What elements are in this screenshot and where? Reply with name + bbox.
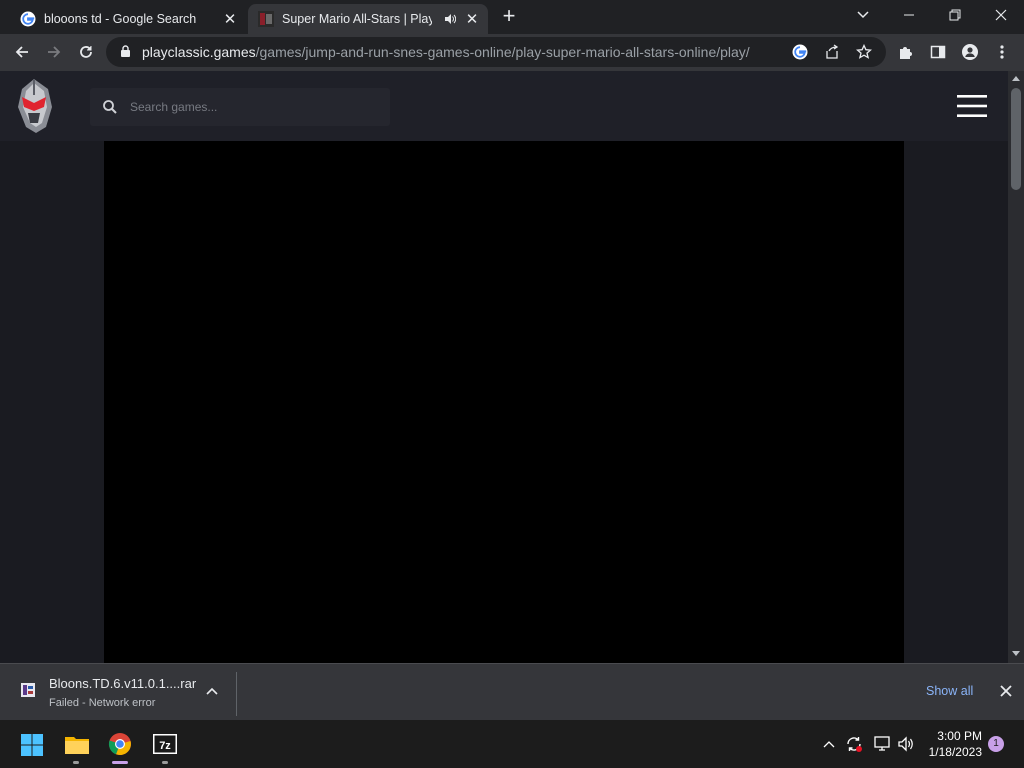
download-status: Failed - Network error bbox=[49, 697, 156, 709]
download-bar: Bloons.TD.6.v11.0.1....rar Failed - Netw… bbox=[0, 663, 1024, 720]
tab-close-button[interactable]: ✕ bbox=[220, 9, 240, 29]
tab-strip: blooons td - Google Search ✕ Super Mario… bbox=[0, 0, 1024, 34]
download-file-name[interactable]: Bloons.TD.6.v11.0.1....rar bbox=[49, 676, 196, 691]
hamburger-icon[interactable] bbox=[956, 94, 988, 118]
extensions-icon[interactable] bbox=[898, 44, 914, 60]
windows-taskbar: 7z 3:00 PM 1/18/2023 1 bbox=[0, 720, 1024, 768]
site-logo[interactable] bbox=[14, 77, 54, 135]
window-close-icon[interactable] bbox=[994, 8, 1008, 22]
running-indicator bbox=[73, 761, 79, 764]
network-icon[interactable] bbox=[873, 735, 891, 753]
sync-icon[interactable] bbox=[845, 735, 863, 753]
scroll-up-arrow-icon[interactable] bbox=[1012, 75, 1020, 81]
scroll-down-arrow-icon[interactable] bbox=[1012, 651, 1020, 657]
menu-dots-icon[interactable] bbox=[996, 44, 1008, 60]
windows-start-icon[interactable] bbox=[20, 733, 44, 757]
url-host: playclassic.games bbox=[142, 44, 256, 60]
search-box[interactable] bbox=[90, 88, 390, 126]
tab-search-chevron-icon[interactable] bbox=[856, 10, 870, 20]
tab-title: blooons td - Google Search bbox=[44, 12, 197, 26]
chrome-icon[interactable] bbox=[108, 732, 132, 756]
google-lens-icon[interactable] bbox=[792, 44, 808, 60]
clock-date[interactable]: 1/18/2023 bbox=[922, 745, 982, 759]
new-tab-button[interactable]: + bbox=[498, 5, 520, 27]
reload-icon bbox=[80, 46, 92, 58]
profile-icon[interactable] bbox=[962, 44, 978, 60]
reload-button[interactable] bbox=[72, 38, 100, 66]
chevron-up-icon[interactable] bbox=[206, 687, 218, 695]
forward-button[interactable] bbox=[40, 38, 68, 66]
search-input[interactable] bbox=[130, 88, 380, 126]
search-icon bbox=[103, 100, 117, 114]
tab-title: Super Mario All-Stars | Play o bbox=[282, 12, 432, 26]
mario-favicon-icon bbox=[258, 11, 274, 27]
lock-icon[interactable] bbox=[120, 45, 131, 58]
tab-close-button[interactable]: ✕ bbox=[462, 9, 482, 29]
google-g-icon bbox=[20, 11, 36, 27]
clock-time[interactable]: 3:00 PM bbox=[930, 729, 982, 743]
game-player-canvas[interactable] bbox=[104, 141, 904, 663]
svg-text:7z: 7z bbox=[159, 740, 171, 752]
tab-google-search[interactable]: blooons td - Google Search ✕ bbox=[8, 4, 246, 34]
notification-badge[interactable]: 1 bbox=[988, 736, 1004, 752]
url-text[interactable]: playclassic.games/games/jump-and-run-sne… bbox=[142, 44, 750, 60]
star-icon[interactable] bbox=[856, 44, 872, 60]
7zip-icon[interactable]: 7z bbox=[153, 734, 177, 754]
volume-icon[interactable] bbox=[897, 735, 915, 753]
tab-super-mario[interactable]: Super Mario All-Stars | Play o ✕ bbox=[248, 4, 488, 34]
page-content bbox=[0, 71, 1008, 663]
side-panel-icon[interactable] bbox=[930, 44, 946, 60]
close-icon[interactable] bbox=[1000, 685, 1012, 697]
back-icon bbox=[15, 46, 28, 58]
page-scrollbar[interactable] bbox=[1008, 71, 1024, 663]
tray-overflow-chevron-icon[interactable] bbox=[822, 739, 836, 749]
running-indicator bbox=[162, 761, 168, 764]
forward-icon bbox=[48, 46, 61, 58]
browser-toolbar: playclassic.games/games/jump-and-run-sne… bbox=[0, 34, 1024, 71]
site-header bbox=[0, 71, 1008, 141]
active-app-indicator bbox=[112, 761, 128, 764]
audio-icon[interactable] bbox=[444, 13, 456, 25]
address-bar[interactable]: playclassic.games/games/jump-and-run-sne… bbox=[106, 37, 886, 67]
restore-icon[interactable] bbox=[948, 8, 962, 22]
file-explorer-icon[interactable] bbox=[64, 733, 90, 755]
minimize-icon[interactable] bbox=[902, 8, 916, 22]
url-path: /games/jump-and-run-snes-games-online/pl… bbox=[255, 44, 750, 60]
show-all-button[interactable]: Show all bbox=[926, 684, 973, 698]
share-icon[interactable] bbox=[824, 44, 840, 60]
scroll-thumb[interactable] bbox=[1011, 88, 1021, 190]
download-divider bbox=[236, 672, 237, 716]
rar-file-icon bbox=[21, 683, 35, 697]
back-button[interactable] bbox=[8, 38, 36, 66]
